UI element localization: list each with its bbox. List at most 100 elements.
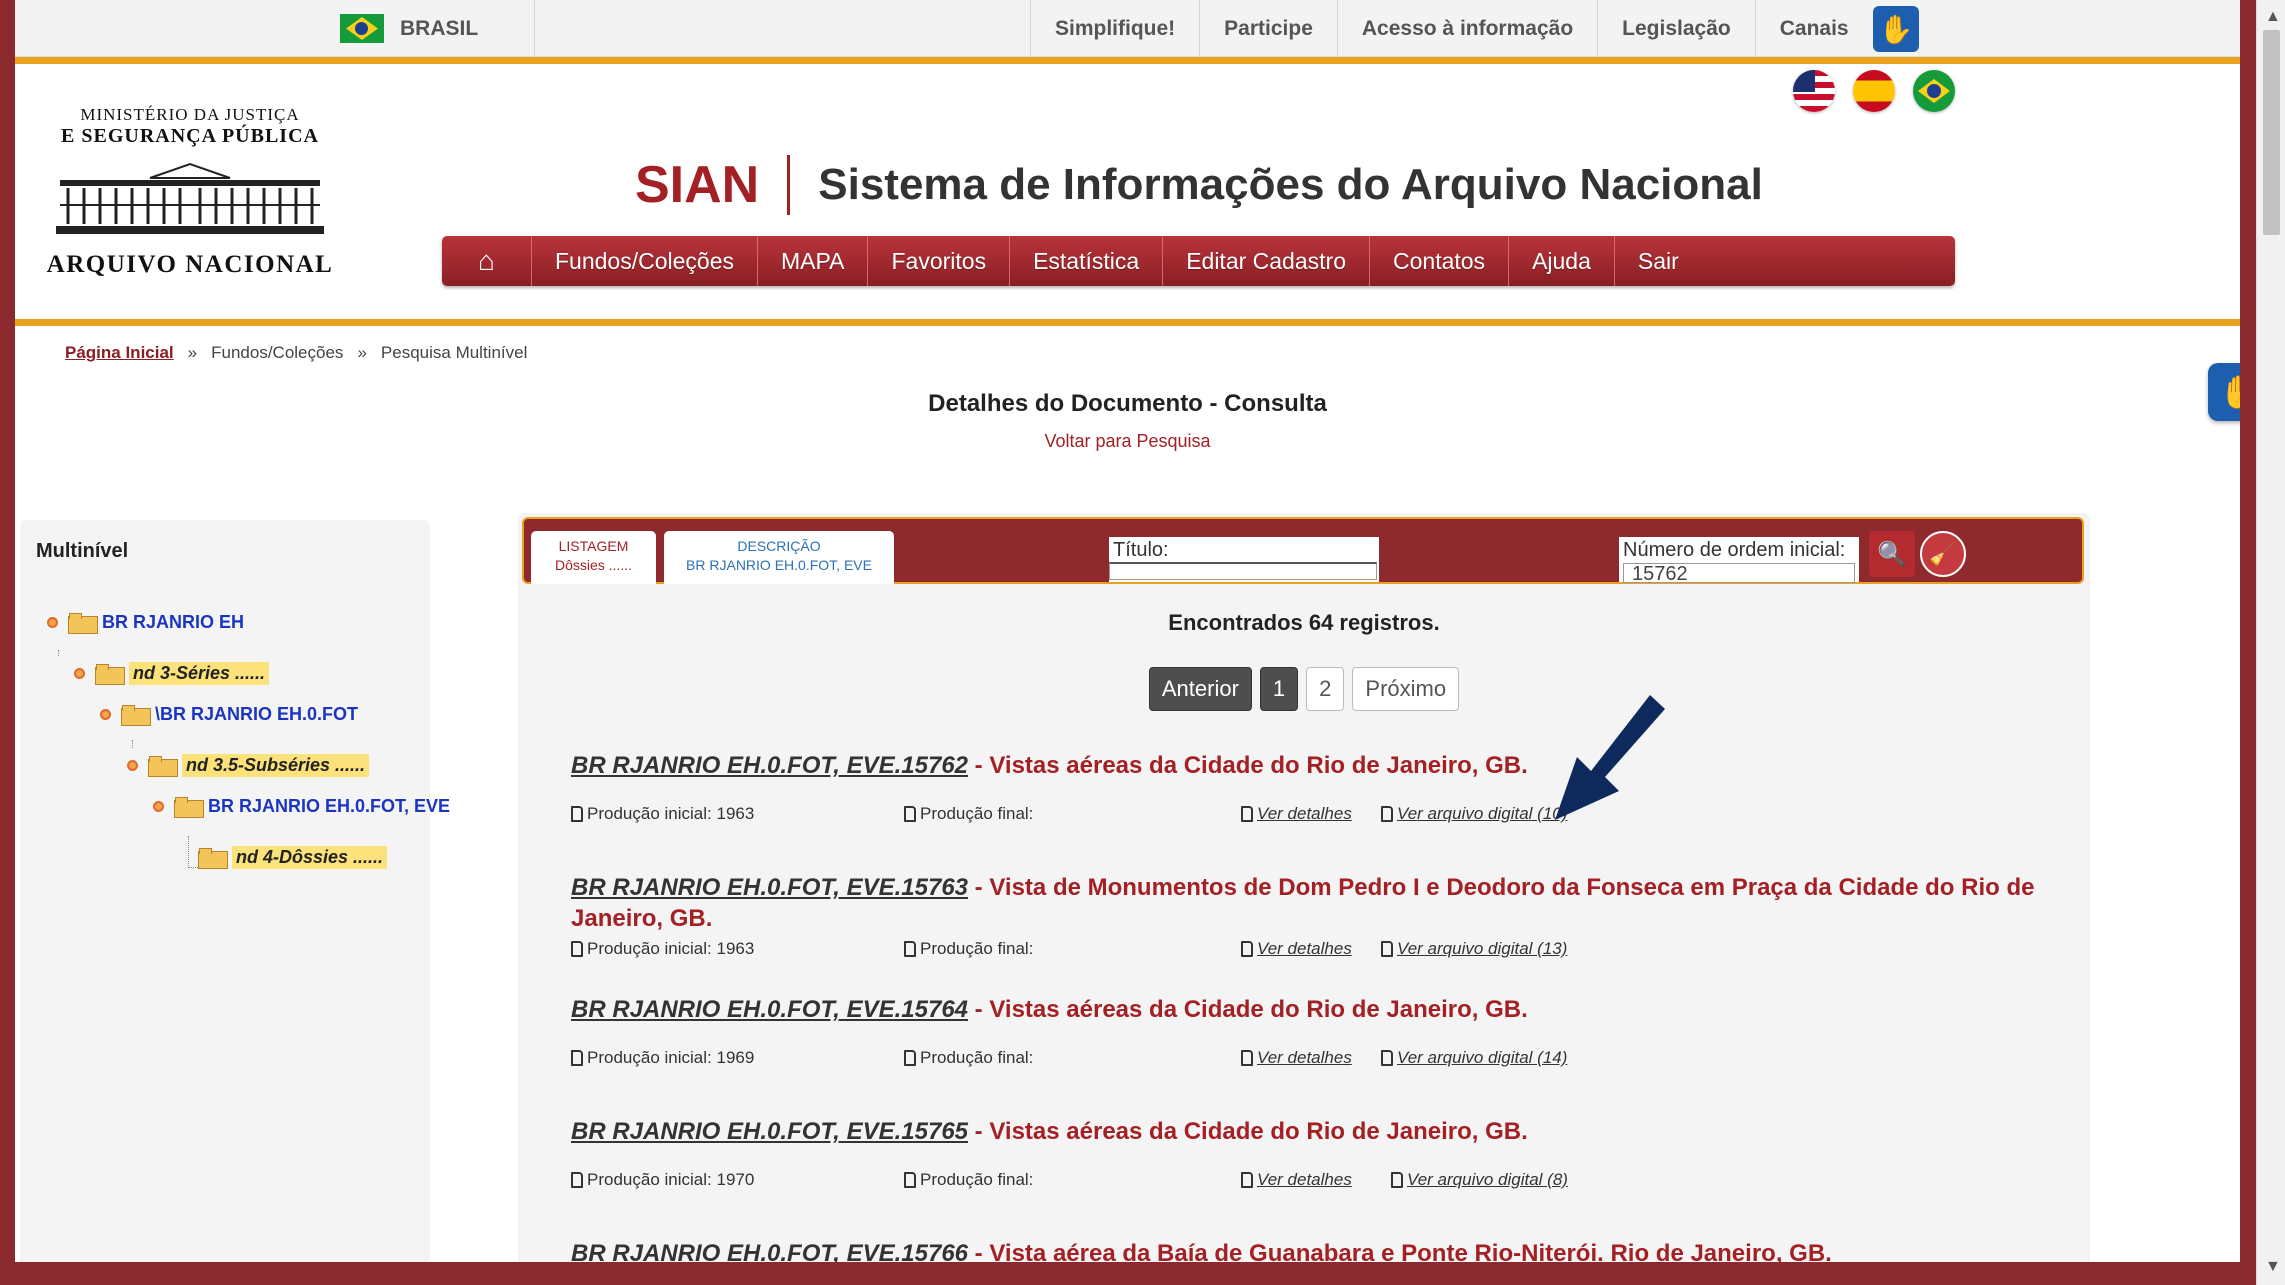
nav-ajuda[interactable]: Ajuda (1509, 236, 1615, 286)
ver-arquivo-digital-link[interactable]: Ver arquivo digital (13) (1381, 939, 1567, 959)
ver-detalhes-link[interactable]: Ver detalhes (1241, 1170, 1352, 1190)
ver-arquivo-digital-text[interactable]: Ver arquivo digital (10) (1397, 804, 1567, 824)
pager-next-button[interactable]: Próximo (1352, 667, 1460, 711)
result-record: BR RJANRIO EH.0.FOT, EVE.15762 - Vistas … (571, 750, 2071, 830)
ver-detalhes-link[interactable]: Ver detalhes (1241, 1048, 1352, 1068)
record-code-link[interactable]: BR RJANRIO EH.0.FOT, EVE.15766 (571, 1240, 968, 1262)
record-code-link[interactable]: BR RJANRIO EH.0.FOT, EVE.15763 (571, 874, 968, 901)
result-record: BR RJANRIO EH.0.FOT, EVE.15764 - Vistas … (571, 994, 2071, 1074)
document-icon (571, 1050, 583, 1066)
gold-divider (15, 57, 2240, 64)
breadcrumb-home-link[interactable]: Página Inicial (65, 343, 174, 363)
gov-link-legislacao[interactable]: Legislação (1597, 0, 1755, 57)
tree-bullet (100, 709, 111, 720)
broom-icon[interactable]: 🧹 (1920, 531, 1966, 577)
pager-page-2[interactable]: 2 (1306, 667, 1345, 711)
tab-descricao[interactable]: DESCRIÇÃO BR RJANRIO EH.0.FOT, EVE (664, 531, 894, 584)
ver-detalhes-text[interactable]: Ver detalhes (1257, 1170, 1352, 1190)
ver-detalhes-text[interactable]: Ver detalhes (1257, 804, 1352, 824)
pager-page-1[interactable]: 1 (1259, 667, 1299, 711)
nav-editar-cadastro[interactable]: Editar Cadastro (1163, 236, 1370, 286)
prod-inicial-value: 1963 (716, 804, 755, 823)
gov-link-canais[interactable]: Canais (1754, 0, 1873, 57)
ordem-field: Número de ordem inicial: 15762 (1619, 537, 1859, 584)
ver-arquivo-digital-text[interactable]: Ver arquivo digital (13) (1397, 939, 1567, 959)
tree-node-label[interactable]: BR RJANRIO EH.0.FOT, EVE (208, 796, 450, 817)
tree-node-dossies[interactable]: nd 4-Dôssies ...... (198, 846, 388, 869)
brasil-link[interactable]: BRASIL (340, 0, 535, 57)
document-icon (1241, 806, 1253, 822)
ver-detalhes-link[interactable]: Ver detalhes (1241, 804, 1352, 824)
tree-node-label[interactable]: nd 3.5-Subséries ...... (182, 754, 370, 777)
pager-prev-button[interactable]: Anterior (1148, 667, 1252, 711)
result-record: BR RJANRIO EH.0.FOT, EVE.15765 - Vistas … (571, 1116, 2071, 1196)
results-panel: LISTAGEM Dôssies ...... DESCRIÇÃO BR RJA… (518, 513, 2090, 1262)
scroll-down-icon[interactable]: ▼ (2265, 1258, 2281, 1276)
page-scrollbar[interactable]: ▲ ▼ (2256, 0, 2285, 1285)
breadcrumb-separator: » (187, 343, 198, 362)
tree-node-subseries[interactable]: nd 3.5-Subséries ...... (127, 754, 370, 777)
nav-sair[interactable]: Sair (1615, 236, 1702, 286)
ver-arquivo-digital-link[interactable]: Ver arquivo digital (8) (1391, 1170, 1568, 1190)
ver-arquivo-digital-text[interactable]: Ver arquivo digital (14) (1397, 1048, 1567, 1068)
record-code-link[interactable]: BR RJANRIO EH.0.FOT, EVE.15762 (571, 752, 968, 779)
accessibility-hand-icon[interactable]: ✋ (1873, 6, 1919, 52)
tree-node-label[interactable]: \BR RJANRIO EH.0.FOT (155, 704, 358, 725)
back-to-search-text[interactable]: Voltar para Pesquisa (1044, 431, 1210, 451)
gov-link-participe[interactable]: Participe (1199, 0, 1337, 57)
tree-node-fot[interactable]: \BR RJANRIO EH.0.FOT (100, 704, 358, 726)
portuguese-flag-icon[interactable] (1913, 70, 1955, 112)
tree-node-label[interactable]: BR RJANRIO EH (102, 612, 244, 633)
tree-node-eve[interactable]: BR RJANRIO EH.0.FOT, EVE (153, 796, 450, 818)
result-record: BR RJANRIO EH.0.FOT, EVE.15766 - Vista a… (571, 1238, 2071, 1262)
breadcrumb-pesquisa: Pesquisa Multinível (380, 343, 528, 362)
gov-link-acesso[interactable]: Acesso à informação (1336, 0, 1597, 57)
ver-detalhes-text[interactable]: Ver detalhes (1257, 939, 1352, 959)
record-title-text: Vistas aéreas da Cidade do Rio de Janeir… (989, 996, 1528, 1023)
gold-divider (15, 319, 2240, 326)
brazil-flag-icon (340, 14, 384, 43)
tab-listagem[interactable]: LISTAGEM Dôssies ...... (531, 531, 656, 584)
tree-node-eh[interactable]: BR RJANRIO EH (47, 612, 244, 634)
english-flag-icon[interactable] (1793, 70, 1835, 112)
ver-arquivo-digital-link[interactable]: Ver arquivo digital (14) (1381, 1048, 1567, 1068)
nav-mapa[interactable]: MAPA (758, 236, 869, 286)
arquivo-nacional-logo[interactable]: MINISTÉRIO DA JUSTIÇA E SEGURANÇA PÚBLIC… (35, 105, 345, 295)
nav-favoritos[interactable]: Favoritos (868, 236, 1011, 286)
ver-detalhes-text[interactable]: Ver detalhes (1257, 1048, 1352, 1068)
tree-bullet (74, 668, 85, 679)
ver-arquivo-digital-link[interactable]: Ver arquivo digital (10) (1381, 804, 1567, 824)
record-code-link[interactable]: BR RJANRIO EH.0.FOT, EVE.15764 (571, 996, 968, 1023)
record-code-link[interactable]: BR RJANRIO EH.0.FOT, EVE.15765 (571, 1118, 968, 1145)
home-icon[interactable]: ⌂ (442, 236, 532, 286)
multilevel-sidebar: Multinível BR RJANRIO EH nd 3-Séries ...… (20, 520, 450, 1262)
gov-links: Simplifique! Participe Acesso à informaç… (1030, 0, 1873, 57)
sign-language-hand-icon[interactable]: ✋ (2208, 363, 2240, 421)
record-title-text: Vistas aéreas da Cidade do Rio de Janeir… (989, 752, 1528, 779)
titulo-input[interactable] (1109, 562, 1377, 580)
gov-link-simplifique[interactable]: Simplifique! (1030, 0, 1199, 57)
ver-arquivo-digital-text[interactable]: Ver arquivo digital (8) (1407, 1170, 1568, 1190)
nav-estatistica[interactable]: Estatística (1010, 236, 1164, 286)
scrollbar-thumb[interactable] (2263, 30, 2280, 235)
prod-final-label: Produção final: (920, 804, 1034, 823)
prod-inicial-label: Produção inicial: (587, 939, 712, 958)
tree-node-label[interactable]: nd 4-Dôssies ...... (232, 846, 388, 869)
tab-listagem-line1: LISTAGEM (558, 538, 629, 554)
search-icon[interactable]: 🔍 (1869, 531, 1915, 577)
ver-detalhes-link[interactable]: Ver detalhes (1241, 939, 1352, 959)
tree-node-label[interactable]: nd 3-Séries ...... (129, 662, 270, 685)
tree-node-series[interactable]: nd 3-Séries ...... (74, 662, 270, 685)
pagination: Anterior 1 2 Próximo (518, 667, 2090, 711)
prod-final-label: Produção final: (920, 1170, 1034, 1189)
scroll-up-icon[interactable]: ▲ (2265, 8, 2281, 26)
nav-fundos[interactable]: Fundos/Coleções (532, 236, 758, 286)
ordem-input[interactable]: 15762 (1623, 563, 1855, 584)
document-icon (1391, 1172, 1403, 1188)
spanish-flag-icon[interactable] (1853, 70, 1895, 112)
sidebar-title: Multinível (36, 540, 129, 562)
document-icon (1381, 941, 1393, 957)
nav-contatos[interactable]: Contatos (1370, 236, 1510, 286)
folder-icon (148, 756, 178, 777)
breadcrumb-fundos[interactable]: Fundos/Coleções (211, 343, 343, 363)
